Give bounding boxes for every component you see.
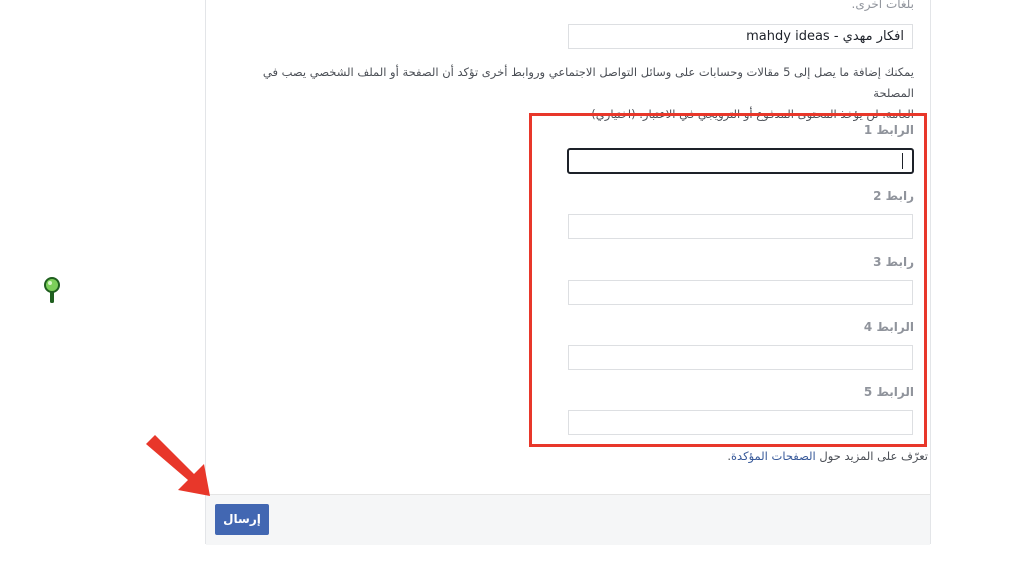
link-5-input[interactable] <box>568 410 913 435</box>
other-languages-label: بلغات أخرى. <box>851 0 914 11</box>
link-4-input[interactable] <box>568 345 913 370</box>
form-footer <box>206 494 930 545</box>
learn-more-prefix: تعرّف على المزيد حول <box>815 449 928 463</box>
link-5-label: الرابط 5 <box>863 385 914 399</box>
text-caret <box>902 153 903 169</box>
verified-pages-link[interactable]: الصفحات المؤكدة <box>731 449 816 463</box>
link-2-input[interactable] <box>568 214 913 239</box>
red-arrow-icon <box>146 435 210 496</box>
description-line-1: يمكنك إضافة ما يصل إلى 5 مقالات وحسابات … <box>262 65 914 100</box>
link-3-label: رابط 3 <box>873 255 914 269</box>
link-4-label: الرابط 4 <box>863 320 914 334</box>
link-1-input[interactable] <box>567 148 914 174</box>
link-1-label: الرابط 1 <box>863 123 914 137</box>
magnifier-logo-icon <box>44 277 60 303</box>
submit-button[interactable]: إرسال <box>215 504 269 535</box>
learn-more-text: تعرّف على المزيد حول الصفحات المؤكدة. <box>727 449 928 463</box>
link-2-label: رابط 2 <box>873 189 914 203</box>
page-name-field[interactable]: افكار مهدي - mahdy ideas <box>568 24 913 49</box>
link-3-input[interactable] <box>568 280 913 305</box>
